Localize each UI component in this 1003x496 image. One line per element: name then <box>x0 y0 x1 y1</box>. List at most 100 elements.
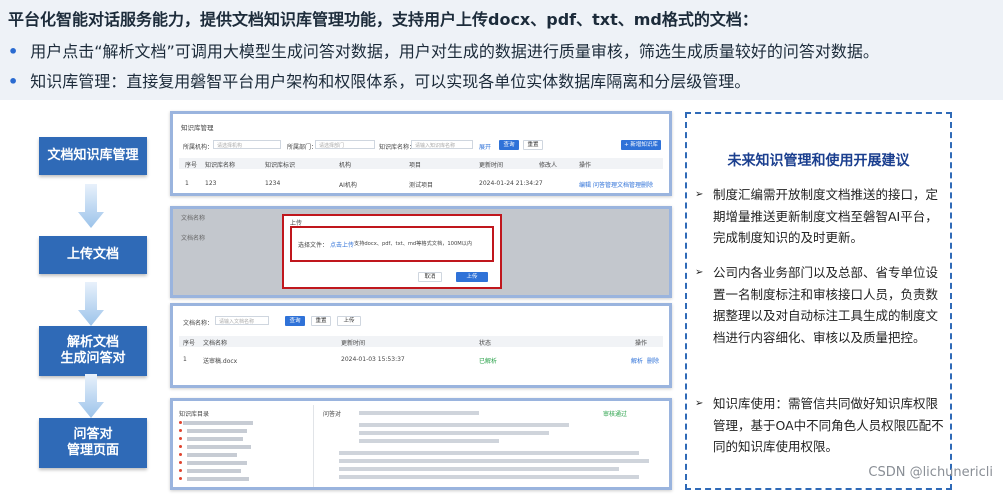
qa-answer-line <box>339 467 619 471</box>
cell: 2024-01-24 21:34:27 <box>479 180 543 187</box>
tree-bullet <box>179 469 182 472</box>
filter-label: 所属机构： <box>183 144 214 151</box>
upload-modal: 上传 选择文件： 点击上传 支持docx、pdf、txt、md等格式文档，100… <box>282 214 502 289</box>
col-header: 更新时间 <box>479 162 504 169</box>
step-label: 解析文档 生成问答对 <box>60 335 126 366</box>
bg-label: 文档名称 <box>181 235 206 242</box>
col-header: 文档名称 <box>203 340 228 347</box>
suggestion-text: 公司内各业务部门以及总部、省专单位设置一名制度标注和审核接口人员，负责数据整理以… <box>713 265 939 345</box>
panel-title: 知识库管理 <box>181 124 214 132</box>
step-upload-document: 上传文档 <box>39 236 147 274</box>
tree-node[interactable] <box>187 477 249 481</box>
select-placeholder: 请选择机构 <box>217 143 243 149</box>
tree-bullet <box>179 461 182 464</box>
reset-button[interactable]: 重置 <box>523 140 543 150</box>
step-knowledge-base-management: 文档知识库管理 <box>39 137 147 175</box>
suggestions-panel: 未来知识管理和使用开展建议 ➢ 制度汇编需开放制度文档推送的接口，定期增量推送更新… <box>685 112 952 490</box>
cell: 2024-01-03 15:53:37 <box>341 356 405 363</box>
screenshot-document-list: 文档名称： 请输入文档名称 查询 重置 上传 序号 文档名称 更新时间 状态 操… <box>170 303 672 388</box>
tree-node[interactable] <box>187 429 247 433</box>
tree-bullet <box>179 477 182 480</box>
step-parse-document: 解析文档 生成问答对 <box>39 326 147 376</box>
arrow-bullet-icon: ➢ <box>695 267 704 278</box>
tree-node[interactable] <box>183 421 253 425</box>
cell: 123 <box>205 180 217 187</box>
col-header: 状态 <box>479 340 492 347</box>
col-header: 序号 <box>183 340 196 347</box>
edit-link[interactable]: 编辑 <box>579 180 591 189</box>
input-placeholder: 请输入文档名称 <box>219 319 255 325</box>
col-header: 知识库名称 <box>205 162 236 169</box>
select-placeholder: 请选择部门 <box>319 143 345 149</box>
cell: 送审稿.docx <box>203 358 238 365</box>
qa-answer-line <box>359 423 569 427</box>
header-banner: 平台化智能对话服务能力，提供文档知识库管理功能，支持用户上传docx、pdf、t… <box>0 0 1003 100</box>
header-title: 平台化智能对话服务能力，提供文档知识库管理功能，支持用户上传docx、pdf、t… <box>8 10 758 29</box>
suggestion-item: ➢ 知识库使用：需管信共同做好知识库权限管理，基于OA中不同角色人员权限匹配不同的… <box>695 393 947 458</box>
filter-label: 文档名称： <box>183 320 214 327</box>
parse-link[interactable]: 解析 <box>631 356 643 365</box>
bullet-dot: • <box>8 72 19 91</box>
upload-hint: 支持docx、pdf、txt、md等格式文档，100M以内 <box>354 241 473 247</box>
input-placeholder: 请输入知识库名称 <box>415 143 456 149</box>
filter-label: 知识库名称： <box>379 144 416 151</box>
reset-button[interactable]: 重置 <box>311 316 331 326</box>
kb-name-input[interactable]: 请输入知识库名称 <box>411 140 473 149</box>
click-upload-link[interactable]: 点击上传 <box>330 240 354 249</box>
bullet-dot: • <box>8 42 19 61</box>
tree-bullet <box>179 429 182 432</box>
qa-answer-line <box>339 451 639 455</box>
status-cell: 已解析 <box>479 358 498 365</box>
dept-select[interactable]: 请选择部门 <box>315 140 375 149</box>
expand-link[interactable]: 展开 <box>479 142 491 151</box>
doc-name-input[interactable]: 请输入文档名称 <box>215 316 269 325</box>
arrow-bullet-icon: ➢ <box>695 189 704 200</box>
qa-hint: 问答对 <box>323 411 342 418</box>
tree-node[interactable] <box>187 453 237 457</box>
qa-answer-line <box>359 439 499 443</box>
tree-node[interactable] <box>187 445 251 449</box>
tree-node[interactable] <box>187 461 247 465</box>
screenshot-upload-dialog: 文档名称 文档名称 上传 选择文件： 点击上传 支持docx、pdf、txt、m… <box>170 206 672 298</box>
upload-button[interactable]: 上传 <box>337 316 361 326</box>
cell: AI机构 <box>339 182 357 189</box>
bullet-text: 知识库管理：直接复用磐智平台用户架构和权限体系，可以实现各单位实体数据库隔离和分… <box>30 72 751 91</box>
query-button[interactable]: 查询 <box>285 316 305 326</box>
cancel-button[interactable]: 取消 <box>418 272 442 282</box>
watermark: CSDN @lichunericli <box>868 465 993 480</box>
suggestion-item: ➢ 公司内各业务部门以及总部、省专单位设置一名制度标注和审核接口人员，负责数据整理… <box>695 262 947 348</box>
tree-bullet <box>179 445 182 448</box>
query-button[interactable]: 查询 <box>499 140 519 150</box>
modal-body-highlight: 选择文件： 点击上传 支持docx、pdf、txt、md等格式文档，100M以内 <box>290 226 494 262</box>
qa-answer-line <box>359 431 549 435</box>
delete-link[interactable]: 删除 <box>641 180 653 189</box>
table-header: 序号 文档名称 更新时间 状态 操作 <box>179 336 663 347</box>
upload-button[interactable]: 上传 <box>456 272 488 282</box>
down-arrow-icon <box>78 374 104 418</box>
delete-link[interactable]: 删除 <box>647 356 659 365</box>
screenshot-qa-management: 知识库目录 问答对 审核通过 <box>170 398 672 490</box>
status-badge: 审核通过 <box>603 411 628 418</box>
bullet-text: 用户点击“解析文档”可调用大模型生成问答对数据，用户对生成的数据进行质量审核，筛… <box>30 42 879 61</box>
tree-bullet <box>179 421 182 424</box>
col-header: 机构 <box>339 162 352 169</box>
qa-manage-link[interactable]: 问答管理 <box>593 180 617 189</box>
col-header: 修改人 <box>539 162 558 169</box>
step-qa-management-page: 问答对 管理页面 <box>39 418 147 468</box>
doc-manage-link[interactable]: 文档管理 <box>617 180 641 189</box>
bg-tab: 文档名称 <box>181 215 206 222</box>
tree-node[interactable] <box>187 469 241 473</box>
org-select[interactable]: 请选择机构 <box>213 140 281 149</box>
header-bullet-1: • 用户点击“解析文档”可调用大模型生成问答对数据，用户对生成的数据进行质量审核，… <box>8 38 879 62</box>
col-header: 项目 <box>409 162 422 169</box>
cell: 1234 <box>265 180 281 187</box>
suggestion-text: 知识库使用：需管信共同做好知识库权限管理，基于OA中不同角色人员权限匹配不同的知… <box>713 396 944 454</box>
table-header: 序号 知识库名称 知识库标识 机构 项目 更新时间 修改人 操作 <box>179 158 663 169</box>
tree-node[interactable] <box>187 437 243 441</box>
tree-bullet <box>179 437 182 440</box>
header-bullet-2: • 知识库管理：直接复用磐智平台用户架构和权限体系，可以实现各单位实体数据库隔离和… <box>8 68 750 92</box>
suggestion-text: 制度汇编需开放制度文档推送的接口，定期增量推送更新制度文档至磐智AI平台，完成制… <box>713 187 939 245</box>
add-knowledge-base-button[interactable]: + 新增知识库 <box>621 140 661 150</box>
suggestion-item: ➢ 制度汇编需开放制度文档推送的接口，定期增量推送更新制度文档至磐智AI平台，完成… <box>695 184 947 249</box>
divider <box>313 405 314 487</box>
